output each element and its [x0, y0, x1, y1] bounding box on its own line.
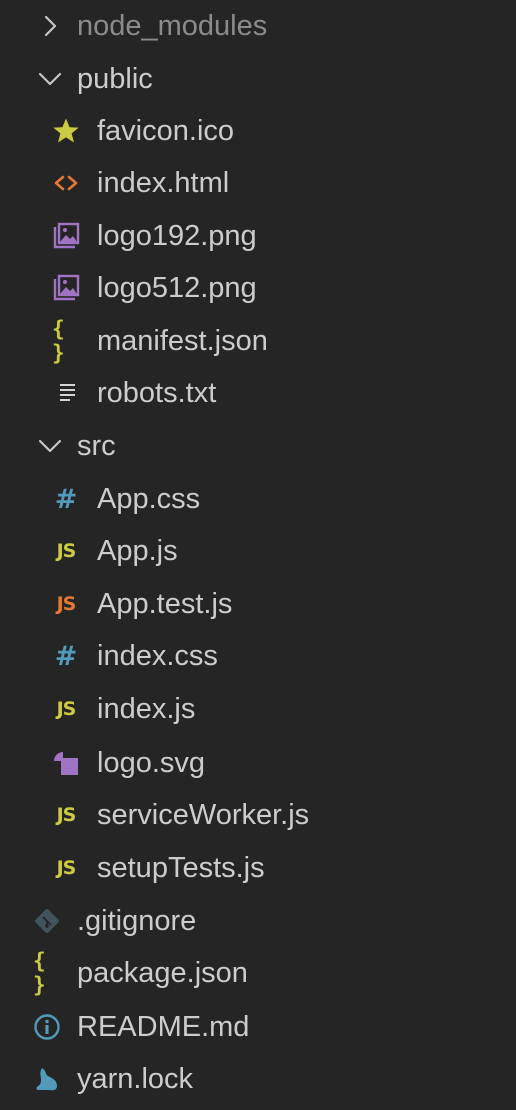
js-icon: JS	[56, 857, 77, 879]
file-explorer-tree: node_modules public favicon.ico index.ht…	[0, 0, 516, 1110]
text-lines-icon	[52, 379, 80, 407]
file-label: yarn.lock	[77, 1063, 194, 1095]
file-label: .gitignore	[77, 905, 197, 937]
file-index-css[interactable]: # index.css	[0, 630, 516, 682]
file-label: App.css	[97, 483, 201, 515]
css-icon: #	[54, 640, 78, 672]
folder-label: node_modules	[77, 10, 268, 42]
file-readme-md[interactable]: README.md	[0, 1001, 516, 1053]
file-label: robots.txt	[97, 377, 217, 409]
file-label: README.md	[77, 1011, 250, 1043]
yarn-icon	[33, 1065, 61, 1093]
chevron-right-icon[interactable]	[36, 12, 64, 40]
file-label: logo512.png	[97, 272, 257, 304]
js-test-icon: JS	[56, 593, 77, 615]
file-app-js[interactable]: JS App.js	[0, 525, 516, 577]
json-icon: { }	[52, 317, 66, 365]
file-index-js[interactable]: JS index.js	[0, 683, 516, 735]
file-manifest-json[interactable]: { } manifest.json	[0, 315, 516, 367]
file-app-css[interactable]: # App.css	[0, 473, 516, 525]
file-label: App.test.js	[97, 588, 233, 620]
file-label: setupTests.js	[97, 852, 265, 884]
chevron-down-icon[interactable]	[36, 65, 64, 93]
js-icon: JS	[56, 698, 77, 720]
file-label: index.css	[97, 640, 218, 672]
file-logo512-png[interactable]: logo512.png	[0, 262, 516, 314]
folder-node-modules[interactable]: node_modules	[0, 0, 516, 52]
file-label: manifest.json	[97, 325, 268, 357]
image-icon	[52, 222, 80, 250]
git-icon	[33, 907, 61, 935]
file-service-worker-js[interactable]: JS serviceWorker.js	[0, 789, 516, 841]
file-label: favicon.ico	[97, 115, 235, 147]
folder-src[interactable]: src	[0, 420, 516, 472]
svg-shapes-icon	[52, 749, 80, 777]
js-icon: JS	[56, 804, 77, 826]
file-label: logo192.png	[97, 220, 257, 252]
file-favicon-ico[interactable]: favicon.ico	[0, 105, 516, 157]
file-logo192-png[interactable]: logo192.png	[0, 210, 516, 262]
file-label: serviceWorker.js	[97, 799, 310, 831]
folder-label: public	[77, 63, 153, 95]
js-icon: JS	[56, 540, 77, 562]
file-logo-svg[interactable]: logo.svg	[0, 737, 516, 789]
file-label: package.json	[77, 957, 248, 989]
file-label: index.html	[97, 167, 230, 199]
image-icon	[52, 274, 80, 302]
file-setup-tests-js[interactable]: JS setupTests.js	[0, 842, 516, 894]
file-index-html[interactable]: index.html	[0, 157, 516, 209]
json-icon: { }	[33, 949, 47, 997]
file-package-json[interactable]: { } package.json	[0, 947, 516, 999]
file-label: logo.svg	[97, 747, 206, 779]
info-icon	[33, 1013, 61, 1041]
file-label: App.js	[97, 535, 178, 567]
file-label: index.js	[97, 693, 196, 725]
file-gitignore[interactable]: .gitignore	[0, 895, 516, 947]
chevron-down-icon[interactable]	[36, 432, 64, 460]
css-icon: #	[54, 483, 78, 515]
folder-public[interactable]: public	[0, 53, 516, 105]
html-code-icon	[52, 169, 80, 197]
file-robots-txt[interactable]: robots.txt	[0, 367, 516, 419]
file-yarn-lock[interactable]: yarn.lock	[0, 1053, 516, 1105]
file-app-test-js[interactable]: JS App.test.js	[0, 578, 516, 630]
folder-label: src	[77, 430, 116, 462]
star-icon	[52, 117, 80, 145]
